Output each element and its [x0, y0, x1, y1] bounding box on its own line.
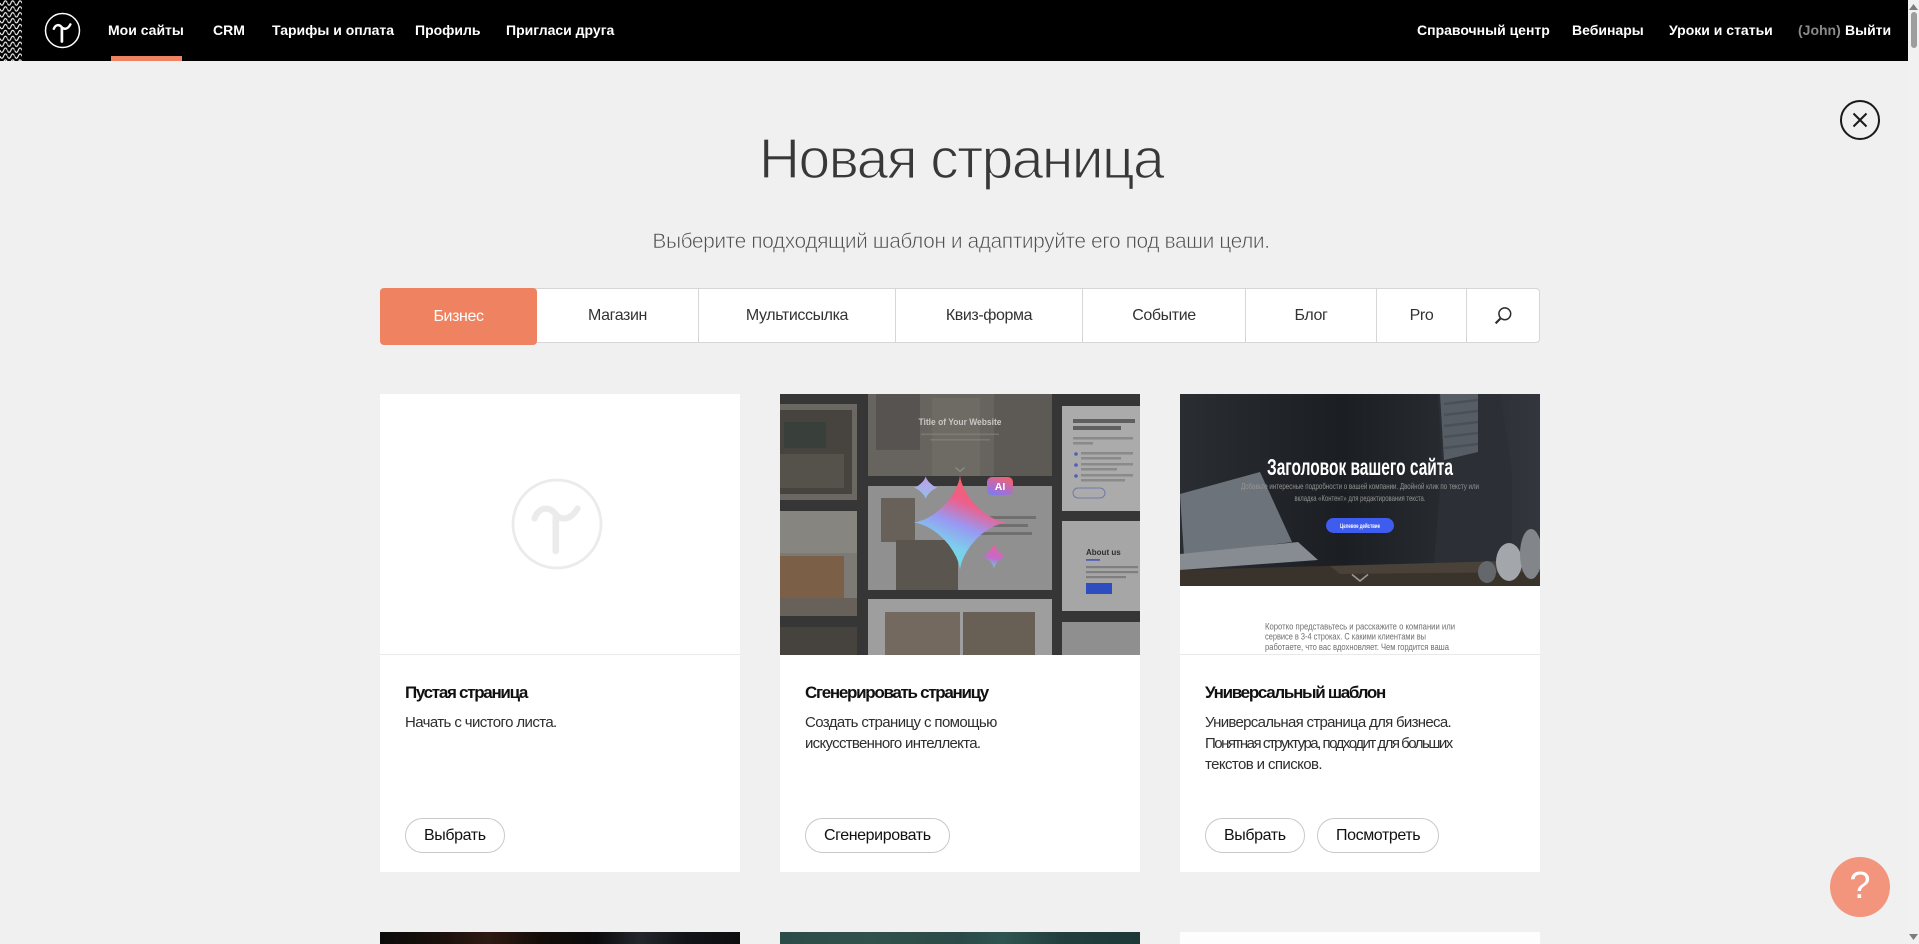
svg-text:Коротко представьтесь и расска: Коротко представьтесь и расскажите о ком…	[1265, 622, 1455, 632]
svg-text:About us: About us	[1086, 548, 1121, 557]
svg-text:Title of Your Website: Title of Your Website	[919, 417, 1002, 428]
svg-text:Заголовок вашего сайта: Заголовок вашего сайта	[1267, 454, 1453, 480]
svg-text:вкладка «Контент» для редактир: вкладка «Контент» для редактирования тек…	[1295, 493, 1426, 503]
svg-text:Добавьте интересные подробност: Добавьте интересные подробности о вашей …	[1241, 481, 1479, 491]
svg-text:команда, какие у нее ценности: команда, какие у нее ценности и мотиваци…	[1265, 652, 1420, 655]
svg-text:сервисе в 3-4 строках. С каким: сервисе в 3-4 строках. С какими клиентам…	[1265, 632, 1426, 642]
svg-text:AI: AI	[995, 481, 1006, 493]
svg-text:работаете, что вас вдохновляет: работаете, что вас вдохновляет. Чем горд…	[1265, 642, 1449, 652]
svg-text:Целевое действие: Целевое действие	[1340, 522, 1380, 530]
